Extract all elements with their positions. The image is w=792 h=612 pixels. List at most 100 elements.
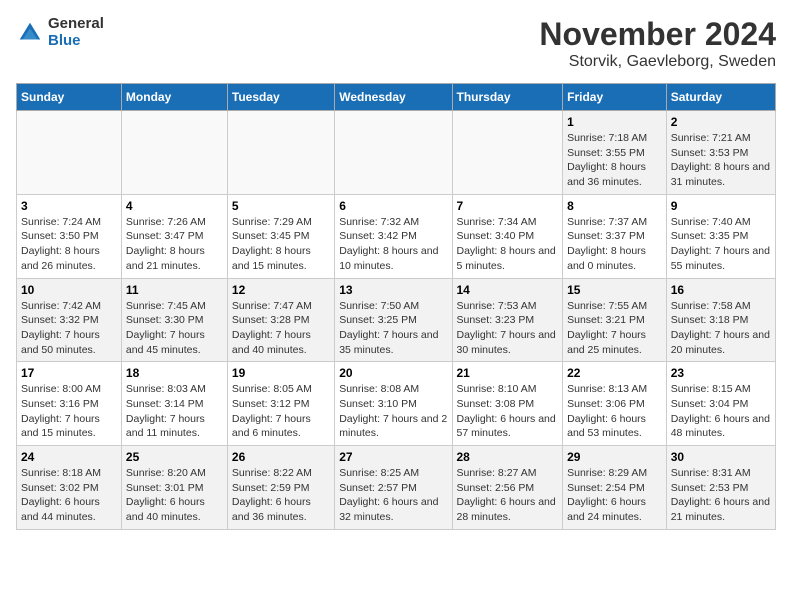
calendar-week-3: 10 Sunrise: 7:42 AM Sunset: 3:32 PM Dayli… — [17, 278, 776, 362]
day-info: Sunrise: 7:45 AM Sunset: 3:30 PM Dayligh… — [126, 299, 223, 358]
header-saturday: Saturday — [666, 84, 775, 111]
day-number: 30 — [671, 450, 771, 464]
calendar-cell: 26 Sunrise: 8:22 AM Sunset: 2:59 PM Dayli… — [227, 446, 334, 530]
day-info: Sunrise: 8:13 AM Sunset: 3:06 PM Dayligh… — [567, 382, 662, 441]
calendar-cell — [335, 111, 452, 195]
header-wednesday: Wednesday — [335, 84, 452, 111]
day-number: 14 — [457, 283, 559, 297]
day-number: 19 — [232, 366, 330, 380]
calendar-cell: 21 Sunrise: 8:10 AM Sunset: 3:08 PM Dayli… — [452, 362, 563, 446]
day-info: Sunrise: 8:20 AM Sunset: 3:01 PM Dayligh… — [126, 466, 223, 525]
calendar-cell: 23 Sunrise: 8:15 AM Sunset: 3:04 PM Dayli… — [666, 362, 775, 446]
calendar-cell: 5 Sunrise: 7:29 AM Sunset: 3:45 PM Daylig… — [227, 194, 334, 278]
header-sunday: Sunday — [17, 84, 122, 111]
calendar-header: Sunday Monday Tuesday Wednesday Thursday… — [17, 84, 776, 111]
header-thursday: Thursday — [452, 84, 563, 111]
calendar-cell — [452, 111, 563, 195]
day-info: Sunrise: 7:32 AM Sunset: 3:42 PM Dayligh… — [339, 215, 447, 274]
day-info: Sunrise: 7:47 AM Sunset: 3:28 PM Dayligh… — [232, 299, 330, 358]
calendar-cell: 10 Sunrise: 7:42 AM Sunset: 3:32 PM Dayli… — [17, 278, 122, 362]
day-number: 11 — [126, 283, 223, 297]
day-info: Sunrise: 8:05 AM Sunset: 3:12 PM Dayligh… — [232, 382, 330, 441]
calendar-cell: 7Sunrise: 7:34 AM Sunset: 3:40 PM Daylig… — [452, 194, 563, 278]
day-number: 20 — [339, 366, 447, 380]
logo: General Blue — [16, 16, 104, 49]
title-area: November 2024 Storvik, Gaevleborg, Swede… — [539, 16, 776, 71]
day-number: 26 — [232, 450, 330, 464]
calendar-cell: 17 Sunrise: 8:00 AM Sunset: 3:16 PM Dayli… — [17, 362, 122, 446]
day-number: 16 — [671, 283, 771, 297]
day-number: 2 — [671, 115, 771, 129]
day-info: Sunrise: 7:58 AM Sunset: 3:18 PM Dayligh… — [671, 299, 771, 358]
calendar-cell: 24 Sunrise: 8:18 AM Sunset: 3:02 PM Dayli… — [17, 446, 122, 530]
day-info: Sunrise: 8:31 AM Sunset: 2:53 PM Dayligh… — [671, 466, 771, 525]
calendar-week-2: 3 Sunrise: 7:24 AM Sunset: 3:50 PM Daylig… — [17, 194, 776, 278]
header-row: Sunday Monday Tuesday Wednesday Thursday… — [17, 84, 776, 111]
day-info: Sunrise: 8:08 AM Sunset: 3:10 PM Dayligh… — [339, 382, 447, 441]
logo-text: General Blue — [48, 16, 104, 49]
main-title: November 2024 — [539, 16, 776, 53]
calendar-cell: 15Sunrise: 7:55 AM Sunset: 3:21 PM Dayli… — [563, 278, 667, 362]
day-number: 10 — [21, 283, 117, 297]
day-number: 21 — [457, 366, 559, 380]
day-info: Sunrise: 7:29 AM Sunset: 3:45 PM Dayligh… — [232, 215, 330, 274]
day-number: 18 — [126, 366, 223, 380]
day-info: Sunrise: 7:26 AM Sunset: 3:47 PM Dayligh… — [126, 215, 223, 274]
logo-blue: Blue — [48, 33, 104, 50]
calendar-cell: 14Sunrise: 7:53 AM Sunset: 3:23 PM Dayli… — [452, 278, 563, 362]
day-number: 9 — [671, 199, 771, 213]
day-number: 13 — [339, 283, 447, 297]
calendar-cell: 3 Sunrise: 7:24 AM Sunset: 3:50 PM Daylig… — [17, 194, 122, 278]
day-number: 12 — [232, 283, 330, 297]
calendar-cell: 9 Sunrise: 7:40 AM Sunset: 3:35 PM Daylig… — [666, 194, 775, 278]
day-number: 15 — [567, 283, 662, 297]
calendar-cell: 28Sunrise: 8:27 AM Sunset: 2:56 PM Dayli… — [452, 446, 563, 530]
day-number: 4 — [126, 199, 223, 213]
day-info: Sunrise: 7:21 AM Sunset: 3:53 PM Dayligh… — [671, 131, 771, 190]
day-info: Sunrise: 7:50 AM Sunset: 3:25 PM Dayligh… — [339, 299, 447, 358]
day-number: 8 — [567, 199, 662, 213]
calendar-week-5: 24 Sunrise: 8:18 AM Sunset: 3:02 PM Dayli… — [17, 446, 776, 530]
day-number: 5 — [232, 199, 330, 213]
calendar-cell: 1 Sunrise: 7:18 AM Sunset: 3:55 PM Daylig… — [563, 111, 667, 195]
calendar-cell: 27 Sunrise: 8:25 AM Sunset: 2:57 PM Dayli… — [335, 446, 452, 530]
day-info: Sunrise: 7:42 AM Sunset: 3:32 PM Dayligh… — [21, 299, 117, 358]
calendar-cell: 11 Sunrise: 7:45 AM Sunset: 3:30 PM Dayli… — [121, 278, 227, 362]
day-info: Sunrise: 8:10 AM Sunset: 3:08 PM Dayligh… — [457, 382, 559, 441]
day-number: 22 — [567, 366, 662, 380]
header: General Blue November 2024 Storvik, Gaev… — [16, 16, 776, 71]
calendar-cell — [227, 111, 334, 195]
day-number: 24 — [21, 450, 117, 464]
calendar-cell: 8 Sunrise: 7:37 AM Sunset: 3:37 PM Daylig… — [563, 194, 667, 278]
day-info: Sunrise: 8:00 AM Sunset: 3:16 PM Dayligh… — [21, 382, 117, 441]
calendar-cell: 19 Sunrise: 8:05 AM Sunset: 3:12 PM Dayli… — [227, 362, 334, 446]
day-number: 29 — [567, 450, 662, 464]
calendar-cell: 18 Sunrise: 8:03 AM Sunset: 3:14 PM Dayli… — [121, 362, 227, 446]
calendar-table: Sunday Monday Tuesday Wednesday Thursday… — [16, 83, 776, 530]
calendar-week-4: 17 Sunrise: 8:00 AM Sunset: 3:16 PM Dayli… — [17, 362, 776, 446]
day-number: 3 — [21, 199, 117, 213]
calendar-cell: 25Sunrise: 8:20 AM Sunset: 3:01 PM Dayli… — [121, 446, 227, 530]
header-friday: Friday — [563, 84, 667, 111]
calendar-cell: 2 Sunrise: 7:21 AM Sunset: 3:53 PM Daylig… — [666, 111, 775, 195]
header-tuesday: Tuesday — [227, 84, 334, 111]
day-info: Sunrise: 8:22 AM Sunset: 2:59 PM Dayligh… — [232, 466, 330, 525]
day-number: 6 — [339, 199, 447, 213]
day-number: 17 — [21, 366, 117, 380]
calendar-cell: 13 Sunrise: 7:50 AM Sunset: 3:25 PM Dayli… — [335, 278, 452, 362]
day-number: 1 — [567, 115, 662, 129]
calendar-cell: 20 Sunrise: 8:08 AM Sunset: 3:10 PM Dayli… — [335, 362, 452, 446]
day-number: 27 — [339, 450, 447, 464]
day-info: Sunrise: 7:24 AM Sunset: 3:50 PM Dayligh… — [21, 215, 117, 274]
day-info: Sunrise: 8:03 AM Sunset: 3:14 PM Dayligh… — [126, 382, 223, 441]
day-info: Sunrise: 8:18 AM Sunset: 3:02 PM Dayligh… — [21, 466, 117, 525]
calendar-cell: 6 Sunrise: 7:32 AM Sunset: 3:42 PM Daylig… — [335, 194, 452, 278]
calendar-cell — [17, 111, 122, 195]
day-info: Sunrise: 7:18 AM Sunset: 3:55 PM Dayligh… — [567, 131, 662, 190]
day-info: Sunrise: 7:40 AM Sunset: 3:35 PM Dayligh… — [671, 215, 771, 274]
day-info: Sunrise: 7:37 AM Sunset: 3:37 PM Dayligh… — [567, 215, 662, 274]
day-info: Sunrise: 8:25 AM Sunset: 2:57 PM Dayligh… — [339, 466, 447, 525]
calendar-cell: 22 Sunrise: 8:13 AM Sunset: 3:06 PM Dayli… — [563, 362, 667, 446]
day-info: Sunrise: 8:15 AM Sunset: 3:04 PM Dayligh… — [671, 382, 771, 441]
day-number: 23 — [671, 366, 771, 380]
